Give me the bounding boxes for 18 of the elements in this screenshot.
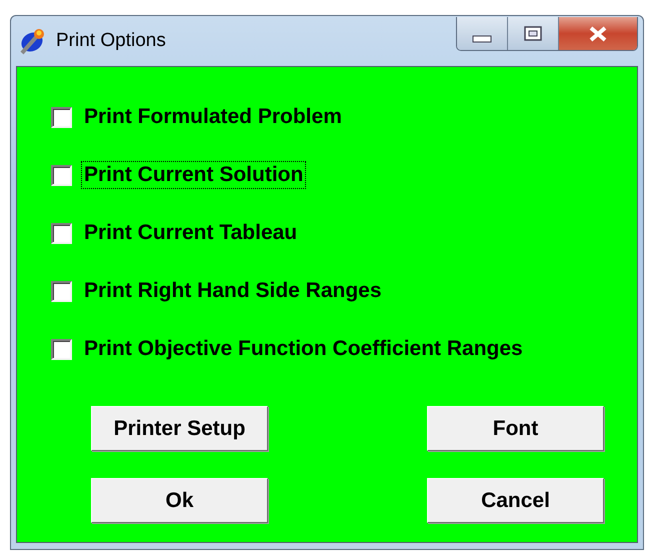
- minimize-icon[interactable]: [472, 34, 492, 42]
- checkbox[interactable]: [51, 280, 72, 302]
- close-icon[interactable]: [588, 26, 608, 42]
- checkbox-label[interactable]: Print Right Hand Side Ranges: [81, 277, 385, 305]
- dialog-button[interactable]: Ok: [91, 478, 268, 523]
- checkbox[interactable]: [51, 338, 72, 360]
- checkbox[interactable]: [51, 106, 72, 128]
- checkbox[interactable]: [51, 222, 72, 244]
- dialog-button[interactable]: Font: [427, 406, 604, 451]
- dialog-button[interactable]: Printer Setup: [91, 406, 268, 451]
- checkbox-label[interactable]: Print Current Solution: [81, 161, 306, 189]
- checkbox-label[interactable]: Print Objective Function Coefficient Ranges: [81, 335, 526, 363]
- checkbox[interactable]: [51, 164, 72, 186]
- window-title: Print Options: [56, 30, 166, 52]
- checkbox-label[interactable]: Print Current Tableau: [81, 219, 300, 247]
- dialog-button[interactable]: Cancel: [427, 478, 604, 523]
- maximize-icon[interactable]: [524, 26, 542, 41]
- checkbox-label[interactable]: Print Formulated Problem: [81, 103, 345, 131]
